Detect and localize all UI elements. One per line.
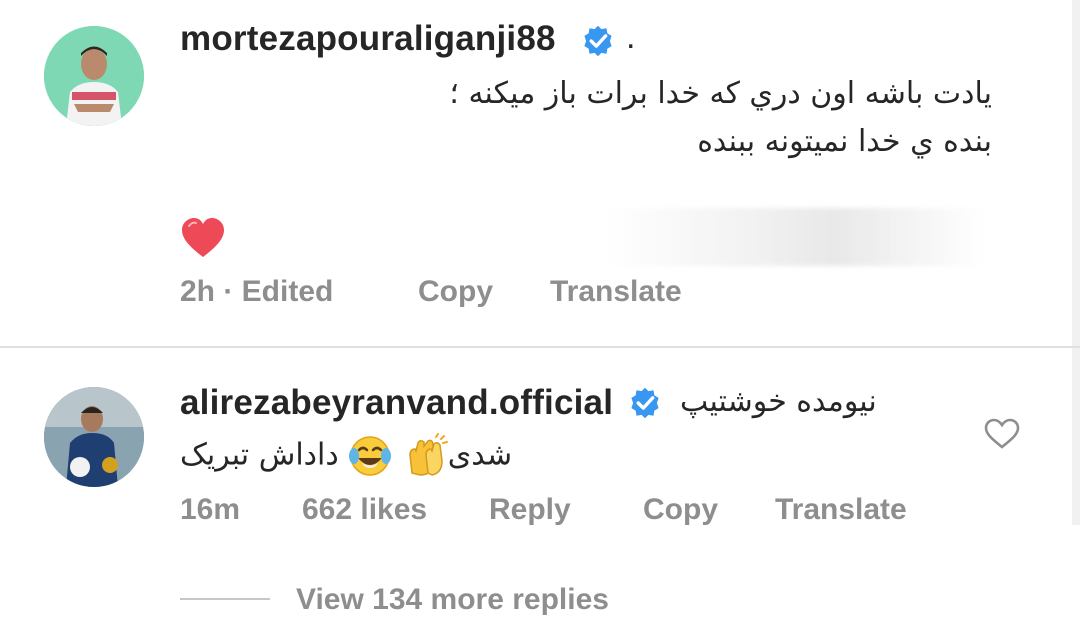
comment-text-word: شدی xyxy=(447,437,513,473)
avatar[interactable] xyxy=(44,387,144,487)
verified-badge-icon xyxy=(584,25,612,57)
comment-time: 2h · Edited xyxy=(180,275,334,308)
like-heart-outline-icon[interactable] xyxy=(984,418,1020,450)
comment-text-line-2: شدی داداش تبریک xyxy=(180,433,512,479)
comment-text-line-1: نیومده خوشتیپ xyxy=(680,384,877,419)
translate-button[interactable]: Translate xyxy=(550,275,682,309)
copy-button[interactable]: Copy xyxy=(643,493,718,527)
verified-badge-icon xyxy=(631,387,659,419)
reply-button[interactable]: Reply xyxy=(489,493,571,527)
avatar-image xyxy=(44,26,144,126)
avatar-image xyxy=(44,387,144,487)
avatar[interactable] xyxy=(44,26,144,126)
clapping-hands-icon xyxy=(409,433,448,476)
comment-text-word: داداش تبریک xyxy=(180,437,339,473)
view-more-replies-button[interactable]: View 134 more replies xyxy=(296,583,609,617)
comment-text-line-1: یادت باشه اون دري که خدا برات باز میکنه … xyxy=(449,76,992,111)
username[interactable]: mortezapouraliganji88 xyxy=(180,19,556,59)
comment-2: alirezabeyranvand.official نیومده خوشتیپ… xyxy=(0,347,1080,636)
copy-button[interactable]: Copy xyxy=(418,275,493,309)
likes-count[interactable]: 662 likes xyxy=(302,493,427,527)
comment-text-line-2: بنده ي خدا نمیتونه ببنده xyxy=(697,124,992,159)
blurred-region xyxy=(605,208,985,266)
filled-heart-icon xyxy=(182,218,224,257)
replies-divider-line xyxy=(180,598,270,600)
comment-1: mortezapouraliganji88 . یادت باشه اون در… xyxy=(0,0,1080,346)
username[interactable]: alirezabeyranvand.official xyxy=(180,383,613,423)
translate-button[interactable]: Translate xyxy=(775,493,907,527)
face-with-tears-of-joy-icon xyxy=(349,436,392,476)
comment-time: 16m xyxy=(180,493,241,526)
comment-text-prefix: . xyxy=(626,18,636,56)
